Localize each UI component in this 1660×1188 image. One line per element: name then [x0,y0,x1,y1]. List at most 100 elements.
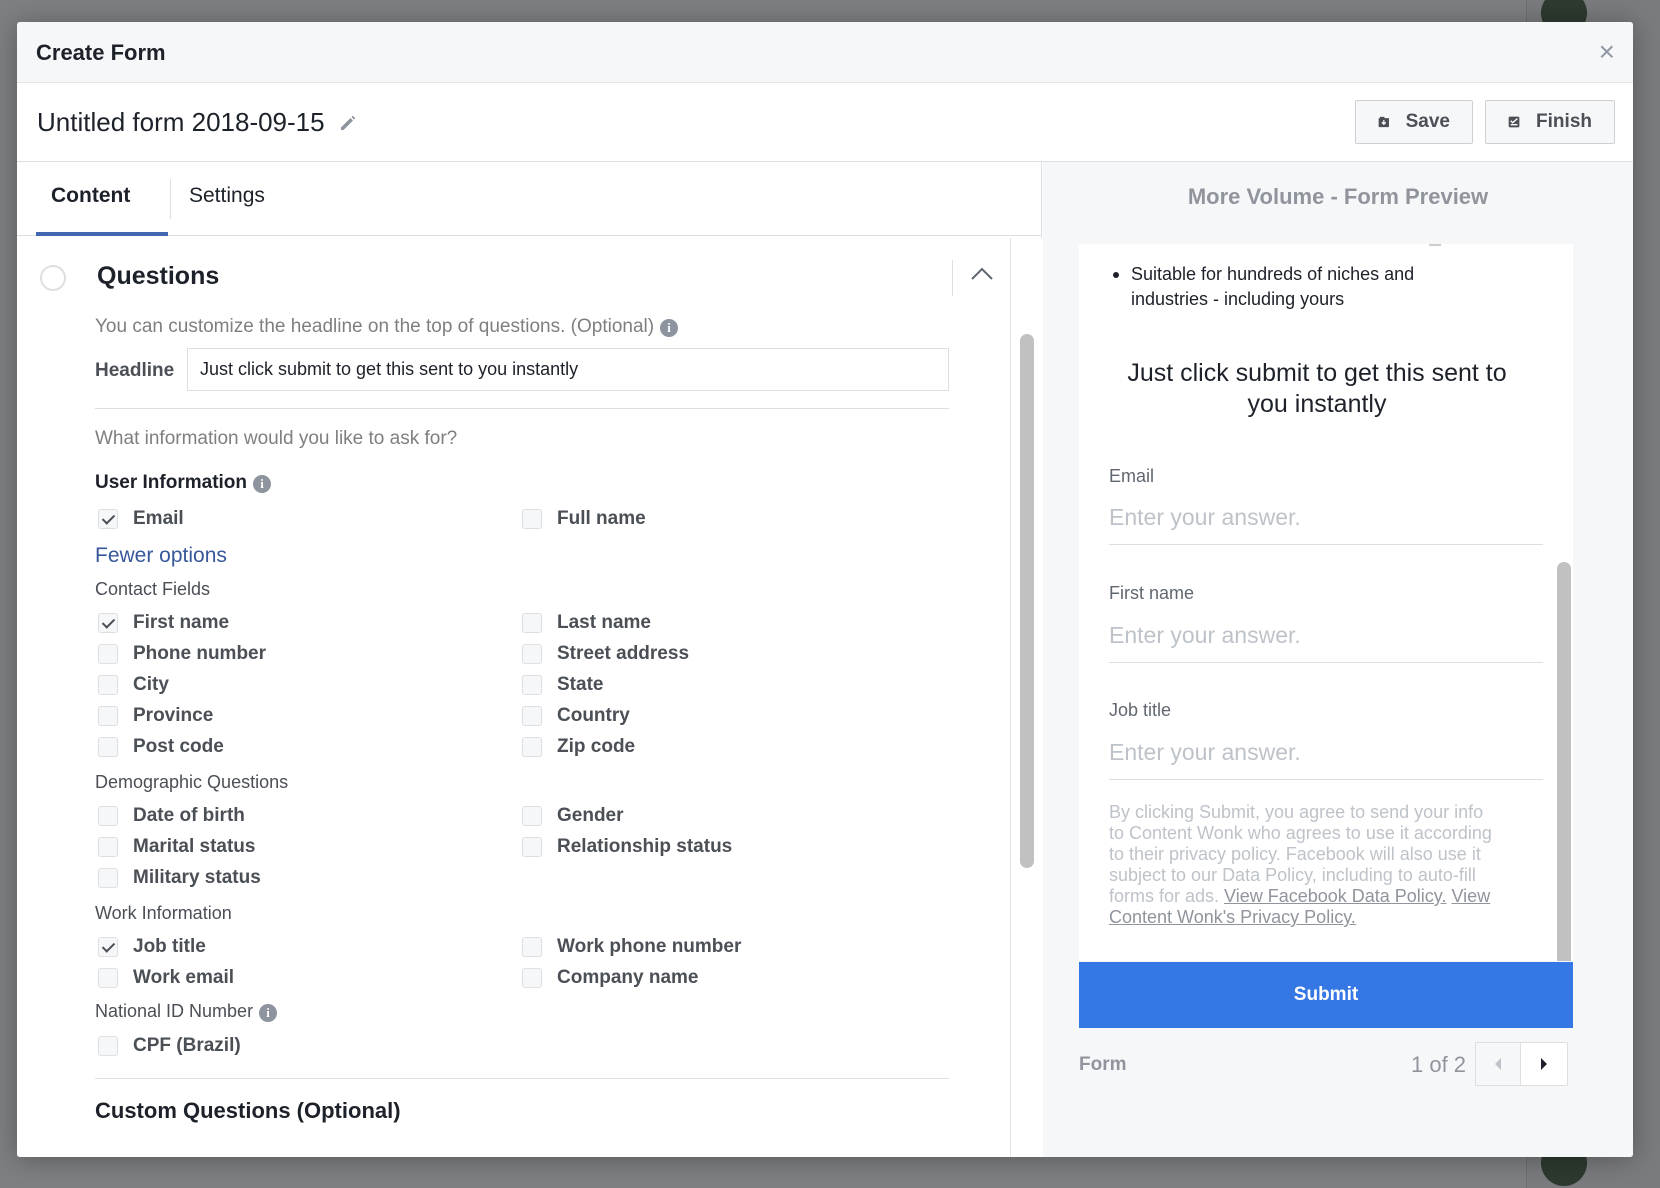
info-icon[interactable]: i [660,319,679,337]
checkbox-box[interactable] [98,706,118,726]
headline-input[interactable] [187,348,949,391]
checkbox-state[interactable]: State [522,674,603,696]
checkbox-box[interactable] [522,737,542,757]
preview-first-name-input[interactable]: Enter your answer. [1109,622,1543,663]
cut-off-text [1429,244,1441,246]
preview-disclaimer: By clicking Submit, you agree to send yo… [1109,802,1499,928]
preview-headline: Just click submit to get this sent to yo… [1127,359,1507,418]
checkbox-province[interactable]: Province [98,705,213,727]
fewer-options-link[interactable]: Fewer options [95,544,227,568]
caret-right-icon [1541,1058,1547,1070]
checkbox-label: First name [133,612,230,633]
checkbox-email[interactable]: Email [98,508,184,530]
checkbox-label: Job title [133,936,206,957]
checkbox-label: Work phone number [557,936,742,957]
checkbox-box[interactable] [522,509,542,529]
checkbox-box[interactable] [98,509,118,529]
checkbox-box[interactable] [98,737,118,757]
checkbox-street-address[interactable]: Street address [522,643,689,665]
create-form-modal: Create Form × Untitled form 2018-09-15 S… [17,22,1633,1157]
checkbox-company-name[interactable]: Company name [522,967,698,989]
form-preview-screen: Suitable for hundreds of niches and indu… [1079,244,1573,961]
checkbox-phone-number[interactable]: Phone number [98,643,266,665]
checkbox-box[interactable] [522,806,542,826]
user-info-title: User Information i [95,472,272,494]
checkbox-box[interactable] [98,837,118,857]
user-info-title-text: User Information [95,472,248,493]
checkbox-box[interactable] [522,937,542,957]
checkbox-box[interactable] [98,613,118,633]
form-name-text: Untitled form 2018-09-15 [37,107,325,137]
checkbox-label: Relationship status [557,836,733,857]
preview-field-label: Email [1109,466,1155,486]
form-name[interactable]: Untitled form 2018-09-15 [37,107,358,138]
checkbox-box[interactable] [522,613,542,633]
tab-settings[interactable]: Settings [189,184,265,208]
checkbox-box[interactable] [522,837,542,857]
finish-label: Finish [1536,111,1592,132]
modal-header: Create Form × [17,22,1633,83]
checkbox-relationship-status[interactable]: Relationship status [522,836,732,858]
checkbox-first-name[interactable]: First name [98,612,229,634]
checkbox-box[interactable] [98,806,118,826]
checkbox-label: Province [133,705,214,726]
checkbox-label: Phone number [133,643,267,664]
contact-fields-title: Contact Fields [95,579,211,599]
checkbox-gender[interactable]: Gender [522,805,624,827]
facebook-data-policy-link[interactable]: View Facebook Data Policy. [1224,886,1446,906]
checkbox-date-of-birth[interactable]: Date of birth [98,805,245,827]
headline-hint: You can customize the headline on the to… [95,316,679,338]
preview-pane: More Volume - Form Preview Suitable for … [1043,162,1633,1157]
checkbox-full-name[interactable]: Full name [522,508,646,530]
checkbox-box[interactable] [98,868,118,888]
checkbox-last-name[interactable]: Last name [522,612,651,634]
checkbox-label: Date of birth [133,805,245,826]
checkbox-box[interactable] [522,675,542,695]
content-pane: Content Settings Questions You can custo… [17,162,1042,1157]
info-icon[interactable]: i [253,475,272,493]
preview-field-label: First name [1109,583,1195,603]
scrollbar-thumb[interactable] [1020,334,1034,868]
checkbox-box[interactable] [98,675,118,695]
checkbox-box[interactable] [522,644,542,664]
info-icon[interactable]: i [259,1004,278,1022]
checkbox-post-code[interactable]: Post code [98,736,224,758]
preview-title: More Volume - Form Preview [1187,184,1489,209]
checkbox-marital-status[interactable]: Marital status [98,836,255,858]
checkbox-job-title[interactable]: Job title [98,936,206,958]
next-page-button[interactable] [1520,1042,1568,1086]
questions-section-header[interactable]: Questions [37,260,993,300]
checkbox-box[interactable] [98,968,118,988]
submit-button[interactable]: Submit [1079,962,1573,1028]
chevron-up-icon[interactable] [970,266,994,282]
checkbox-zip-code[interactable]: Zip code [522,736,635,758]
checkbox-military-status[interactable]: Military status [98,867,261,889]
checkbox-label: Street address [557,643,690,664]
background-left-strip [0,0,18,1188]
tab-bar: Content Settings [17,162,1041,236]
checkbox-box[interactable] [98,644,118,664]
checkbox-box[interactable] [522,706,542,726]
scrollbar-track[interactable] [1012,238,1042,1157]
tab-content[interactable]: Content [51,184,130,208]
caret-left-icon [1495,1058,1501,1070]
preview-email-input[interactable]: Enter your answer. [1109,504,1543,545]
close-icon[interactable]: × [1599,38,1615,66]
previous-page-button[interactable] [1475,1042,1521,1086]
checkbox-work-phone-number[interactable]: Work phone number [522,936,741,958]
checkbox-box[interactable] [98,1036,118,1056]
checkbox-box[interactable] [522,968,542,988]
checkbox-box[interactable] [98,937,118,957]
finish-button[interactable]: Finish [1485,100,1615,144]
checkbox-country[interactable]: Country [522,705,630,727]
checkbox-label: Email [133,508,184,529]
checkbox-city[interactable]: City [98,674,169,696]
preview-scrollbar-thumb[interactable] [1557,562,1571,961]
checkbox-label: Company name [557,967,699,988]
preview-job-title-input[interactable]: Enter your answer. [1109,739,1543,780]
pencil-icon[interactable] [338,113,358,133]
checkbox-work-email[interactable]: Work email [98,967,234,989]
checkbox-cpf-brazil[interactable]: CPF (Brazil) [98,1035,241,1057]
finish-icon [1508,116,1520,128]
save-button[interactable]: Save [1355,100,1473,144]
